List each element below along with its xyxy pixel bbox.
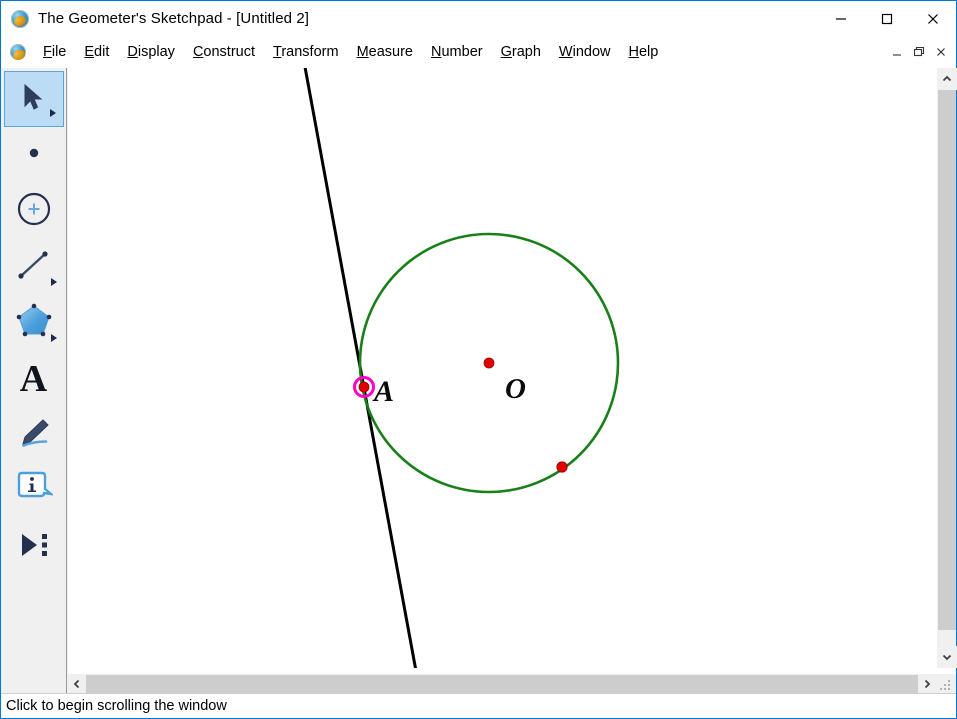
chevron-up-icon[interactable] xyxy=(937,68,957,90)
menu-edit-rest: dit xyxy=(94,44,109,60)
menu-file-rest: ile xyxy=(52,44,67,60)
vertical-scroll-thumb[interactable] xyxy=(938,90,956,630)
menu-graph-rest: raph xyxy=(512,44,541,60)
menu-measure-accel: M xyxy=(357,44,369,60)
menu-display-accel: D xyxy=(127,44,137,60)
sidebar-item-compass-circle-tool[interactable] xyxy=(4,183,64,239)
menu-help-accel: H xyxy=(628,44,638,60)
pentagon-icon xyxy=(14,302,54,345)
resize-grip-icon[interactable] xyxy=(936,674,956,694)
horizontal-scroll-thumb[interactable] xyxy=(86,675,918,693)
window-title: The Geometer's Sketchpad - [Untitled 2] xyxy=(38,10,309,27)
menu-file-accel: F xyxy=(43,44,52,60)
vertical-scrollbar[interactable] xyxy=(936,68,956,668)
label-o[interactable]: O xyxy=(505,373,526,405)
menu-item-graph[interactable]: Graph xyxy=(492,41,550,63)
geometry-figure[interactable]: O A xyxy=(68,68,936,668)
menu-number-rest: umber xyxy=(441,44,482,60)
point-a[interactable] xyxy=(359,382,369,392)
sketch-pane: O A xyxy=(68,68,956,694)
menu-construct-accel: C xyxy=(193,44,203,60)
sketchpad-document-icon xyxy=(10,44,26,60)
play-dots-icon xyxy=(16,530,52,565)
menu-item-edit[interactable]: Edit xyxy=(75,41,118,63)
horizontal-scrollbar[interactable] xyxy=(68,674,936,694)
menu-transform-rest: ransform xyxy=(281,44,338,60)
menu-item-number[interactable]: Number xyxy=(422,41,492,63)
menu-item-display[interactable]: Display xyxy=(118,41,184,63)
mdi-close-icon[interactable] xyxy=(930,41,952,63)
chevron-flyout-icon[interactable] xyxy=(51,334,57,342)
menu-item-file[interactable]: File xyxy=(34,41,75,63)
sidebar-item-arrow-select-tool[interactable] xyxy=(4,71,64,127)
menu-bar: File Edit Display Construct Transform Me… xyxy=(1,36,956,69)
menu-item-help[interactable]: Help xyxy=(619,41,667,63)
label-a[interactable]: A xyxy=(372,375,394,408)
chevron-right-icon[interactable] xyxy=(918,674,936,694)
sketch-canvas[interactable]: O A xyxy=(68,68,936,668)
sidebar-item-custom-tool[interactable] xyxy=(4,519,64,575)
menu-edit-accel: E xyxy=(84,44,94,60)
sidebar-item-straightedge-tool[interactable] xyxy=(4,239,64,295)
sidebar-item-marker-tool[interactable] xyxy=(4,407,64,463)
menu-display-rest: isplay xyxy=(138,44,175,60)
center-point-o[interactable] xyxy=(484,358,494,368)
menu-measure-rest: easure xyxy=(369,44,413,60)
arrow-cursor-icon xyxy=(20,82,48,117)
menu-window-rest: indow xyxy=(573,44,611,60)
circle-compass-icon xyxy=(15,190,53,233)
chevron-flyout-icon[interactable] xyxy=(50,109,56,117)
menu-item-window[interactable]: Window xyxy=(550,41,620,63)
sidebar-item-polygon-tool[interactable] xyxy=(4,295,64,351)
close-icon[interactable] xyxy=(910,1,956,36)
chevron-down-icon[interactable] xyxy=(937,646,957,668)
letter-a-icon: A xyxy=(20,360,47,398)
menu-item-measure[interactable]: Measure xyxy=(348,41,422,63)
status-bar: Click to begin scrolling the window xyxy=(1,693,956,718)
title-bar[interactable]: The Geometer's Sketchpad - [Untitled 2] xyxy=(1,1,956,36)
chevron-flyout-icon[interactable] xyxy=(51,278,57,286)
sketchpad-logo-icon xyxy=(11,10,29,28)
sidebar-item-point-tool[interactable] xyxy=(4,127,64,183)
toolbox: A xyxy=(1,68,67,694)
menu-help-rest: elp xyxy=(639,44,658,60)
sidebar-item-information-tool[interactable] xyxy=(4,463,64,519)
circle-radius-point[interactable] xyxy=(557,462,567,472)
menu-item-transform[interactable]: Transform xyxy=(264,41,348,63)
menu-window-accel: W xyxy=(559,44,573,60)
info-bubble-icon xyxy=(15,471,53,512)
minimize-icon[interactable] xyxy=(818,1,864,36)
mdi-restore-icon[interactable] xyxy=(908,41,930,63)
menu-construct-rest: onstruct xyxy=(203,44,255,60)
sidebar-item-text-tool[interactable]: A xyxy=(4,351,64,407)
application-window: The Geometer's Sketchpad - [Untitled 2] … xyxy=(0,0,957,719)
menu-graph-accel: G xyxy=(501,44,512,60)
work-area: A xyxy=(1,68,956,694)
menu-number-accel: N xyxy=(431,44,441,60)
segment-line-icon xyxy=(16,249,52,286)
chevron-left-icon[interactable] xyxy=(68,674,86,694)
marker-pen-icon xyxy=(16,416,52,455)
maximize-icon[interactable] xyxy=(864,1,910,36)
status-message: Click to begin scrolling the window xyxy=(6,698,227,714)
window-controls xyxy=(818,1,956,36)
menu-item-construct[interactable]: Construct xyxy=(184,41,264,63)
mdi-window-controls xyxy=(886,36,952,68)
point-icon xyxy=(26,145,42,166)
mdi-minimize-icon[interactable] xyxy=(886,41,908,63)
